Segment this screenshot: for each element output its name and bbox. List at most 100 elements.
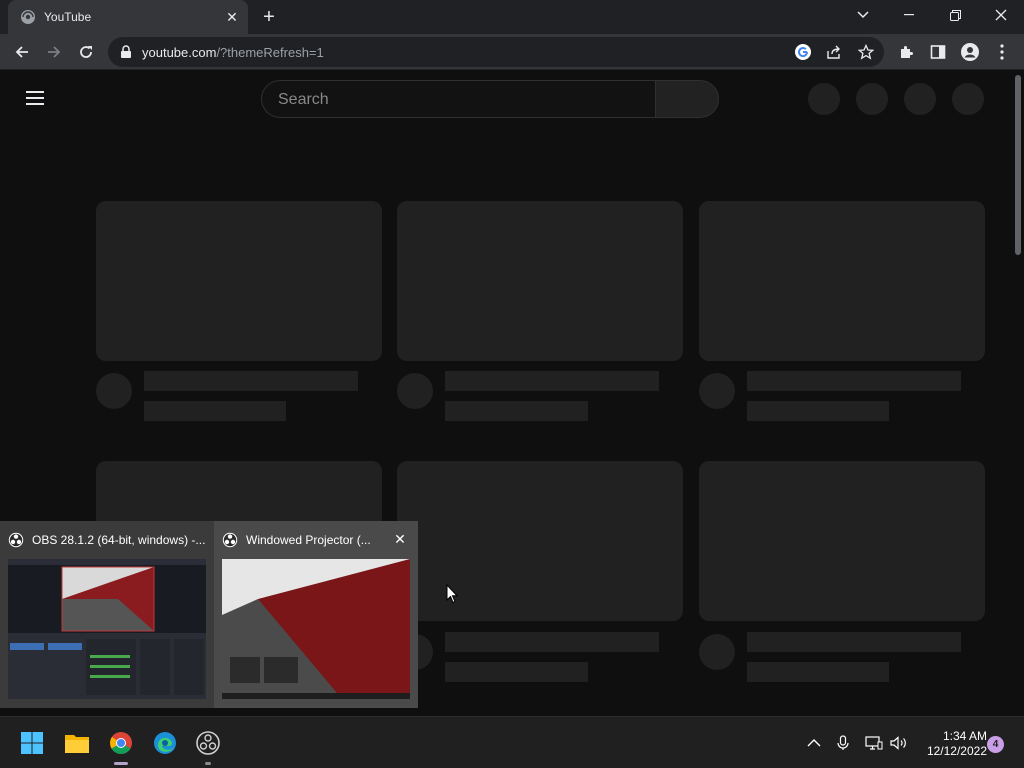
file-explorer-button[interactable] (61, 727, 93, 759)
minimize-icon (904, 14, 914, 16)
channel-avatar-skeleton (699, 634, 735, 670)
extensions-button[interactable] (892, 38, 920, 66)
reload-button[interactable] (72, 38, 100, 66)
channel-avatar-skeleton (699, 373, 735, 409)
restore-button[interactable] (932, 0, 978, 30)
clock-time: 1:34 AM (942, 729, 987, 743)
browser-titlebar: YouTube ✕ + (0, 0, 1024, 34)
chrome-menu-button[interactable] (988, 38, 1016, 66)
chevron-up-icon (807, 739, 821, 747)
header-icon-placeholder[interactable] (808, 83, 840, 115)
clock-date: 12/12/2022 (926, 744, 987, 758)
url-text[interactable]: youtube.com/?themeRefresh=1 (142, 45, 324, 60)
preview-close-icon[interactable]: ✕ (392, 531, 408, 547)
edge-icon (154, 732, 176, 754)
chevron-down-icon (857, 11, 869, 19)
notification-badge[interactable]: 4 (987, 736, 1004, 753)
channel-avatar-skeleton (397, 373, 433, 409)
hamburger-menu-icon[interactable] (26, 91, 46, 107)
tab-youtube[interactable]: YouTube ✕ (8, 0, 248, 34)
minimize-button[interactable] (886, 0, 932, 30)
obs-window-thumbnail (8, 559, 206, 699)
header-icon-placeholder[interactable] (856, 83, 888, 115)
chrome-taskbar-button[interactable] (105, 727, 137, 765)
avatar-placeholder[interactable] (952, 83, 984, 115)
forward-button[interactable] (40, 38, 68, 66)
close-icon (995, 9, 1007, 21)
projector-window-thumbnail-image (222, 559, 410, 699)
obs-window-thumbnail-image (8, 559, 206, 699)
volume-tray-button[interactable] (889, 733, 909, 753)
show-hidden-icons-button[interactable] (804, 733, 824, 753)
obs-taskbar-button[interactable] (192, 727, 224, 765)
title-line-skeleton (747, 632, 961, 652)
title-line-skeleton (445, 371, 659, 391)
obs-icon (196, 731, 220, 755)
close-window-button[interactable] (978, 0, 1024, 30)
taskbar-preview-obs-projector[interactable]: Windowed Projector (... ✕ (214, 521, 418, 708)
video-thumbnail-skeleton (699, 201, 985, 361)
projector-window-thumbnail (222, 559, 410, 699)
windows-taskbar: 1:34 AM 12/12/2022 4 (0, 716, 1024, 768)
start-button[interactable] (16, 727, 48, 759)
obs-icon (222, 532, 238, 548)
scrollbar-thumb[interactable] (1015, 75, 1021, 255)
meta-line-skeleton (445, 401, 588, 421)
side-panel-icon (930, 45, 946, 59)
running-app-indicator (205, 762, 211, 765)
kebab-menu-icon (1000, 44, 1004, 60)
browser-toolbar: youtube.com/?themeRefresh=1 (0, 34, 1024, 70)
microphone-icon (837, 735, 849, 750)
preview-title: Windowed Projector (... (246, 533, 371, 547)
network-tray-button[interactable] (864, 733, 884, 753)
video-thumbnail-skeleton (397, 201, 683, 361)
preview-title: OBS 28.1.2 (64-bit, windows) -... (32, 533, 206, 547)
meta-line-skeleton (144, 401, 286, 421)
header-icon-placeholder[interactable] (904, 83, 936, 115)
tab-title: YouTube (44, 10, 92, 24)
youtube-favicon-icon (21, 10, 35, 24)
speaker-icon (890, 736, 906, 750)
title-line-skeleton (144, 371, 358, 391)
profile-button[interactable] (956, 38, 984, 66)
title-line-skeleton (747, 371, 961, 391)
chrome-icon (110, 732, 132, 754)
bookmark-star-icon[interactable] (858, 44, 874, 60)
page-scrollbar[interactable] (1012, 71, 1024, 716)
title-line-skeleton (445, 632, 659, 652)
video-thumbnail-skeleton (699, 461, 985, 621)
search-input[interactable]: Search (261, 80, 655, 118)
share-icon[interactable] (826, 44, 842, 60)
microphone-tray-button[interactable] (833, 733, 853, 753)
active-app-indicator (114, 762, 128, 765)
meta-line-skeleton (747, 401, 889, 421)
side-panel-button[interactable] (924, 38, 952, 66)
arrow-right-icon (48, 46, 61, 58)
meta-line-skeleton (747, 662, 889, 682)
edge-taskbar-button[interactable] (149, 727, 181, 759)
windows-logo-icon (21, 732, 43, 754)
address-bar[interactable]: youtube.com/?themeRefresh=1 (108, 37, 884, 67)
arrow-left-icon (15, 46, 28, 58)
puzzle-icon (901, 46, 913, 58)
taskbar-clock[interactable]: 1:34 AM 12/12/2022 (915, 729, 987, 759)
reload-icon (80, 46, 92, 58)
obs-icon (8, 532, 24, 548)
taskbar-preview-obs-main[interactable]: OBS 28.1.2 (64-bit, windows) -... (0, 521, 214, 708)
channel-avatar-skeleton (96, 373, 132, 409)
back-button[interactable] (8, 38, 36, 66)
mouse-pointer-icon (446, 584, 458, 604)
search-placeholder: Search (278, 91, 329, 108)
search-button[interactable] (655, 80, 719, 118)
google-lens-icon[interactable] (794, 43, 812, 61)
url-host: youtube.com (142, 45, 217, 60)
restore-icon (949, 9, 961, 21)
new-tab-button[interactable]: + (258, 6, 280, 28)
folder-icon (65, 735, 89, 753)
video-thumbnail-skeleton (96, 201, 382, 361)
meta-line-skeleton (445, 662, 588, 682)
tab-close-icon[interactable]: ✕ (224, 9, 240, 25)
tab-search-button[interactable] (840, 0, 886, 30)
profile-icon (961, 43, 979, 61)
lock-icon[interactable] (120, 45, 132, 59)
